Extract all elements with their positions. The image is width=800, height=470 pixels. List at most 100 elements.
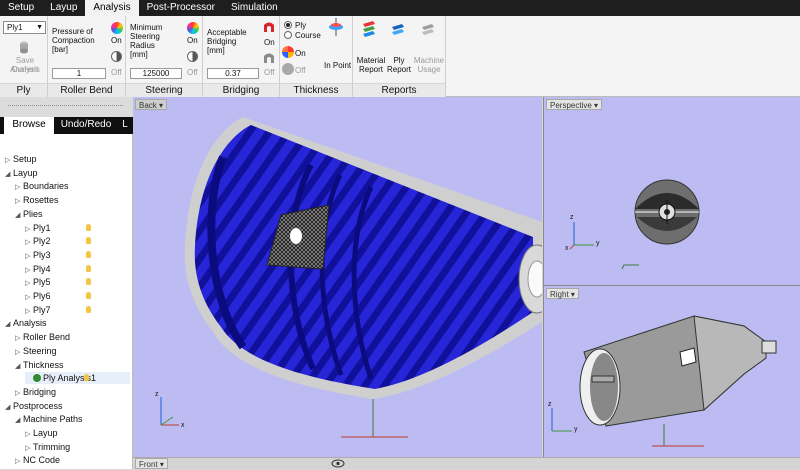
tree-item[interactable]: ◢ Plies <box>15 208 130 220</box>
pressure-label-1: Pressure of <box>52 27 93 36</box>
perspective-label-text: Perspective <box>550 101 592 110</box>
tree-item[interactable]: ▷ Trimming <box>25 441 130 453</box>
expander-icon[interactable]: ◢ <box>15 210 23 222</box>
save-analysis-icon[interactable] <box>18 40 30 54</box>
expander-icon[interactable]: ▷ <box>15 456 23 468</box>
visibility-bulb-icon[interactable] <box>86 305 91 313</box>
expander-icon[interactable]: ▷ <box>25 429 33 441</box>
ply-report-icon[interactable] <box>390 22 406 36</box>
tree-item[interactable]: ▷ Ply3 <box>25 249 130 261</box>
visibility-bulb-icon[interactable] <box>86 250 91 258</box>
tab-browse[interactable]: Browse <box>4 117 54 134</box>
tree-item[interactable]: ▷ Layup <box>25 427 130 439</box>
ply-select[interactable]: Ply1 ▼ <box>3 21 46 34</box>
tab-setup[interactable]: Setup <box>0 0 42 16</box>
pressure-value-field[interactable]: 1 <box>52 68 106 79</box>
tree-item[interactable]: ▷ Setup <box>5 153 130 165</box>
bridging-value-field[interactable]: 0.37 <box>207 68 259 79</box>
material-report-icon[interactable] <box>361 20 377 38</box>
thickness-group: Ply Course On Off In Point Thickness <box>280 16 353 97</box>
tree-item[interactable]: ▷ Bridging <box>15 386 130 398</box>
visibility-bulb-icon[interactable] <box>86 278 91 286</box>
viewport-perspective-label[interactable]: Perspective ▾ <box>546 99 603 110</box>
expander-icon[interactable]: ◢ <box>5 169 13 181</box>
bridge-on-icon[interactable] <box>262 20 276 34</box>
expander-icon[interactable]: ▷ <box>15 347 23 359</box>
tree-item[interactable]: ▷ Ply1 <box>25 222 130 234</box>
viewport-right-label[interactable]: Right ▾ <box>546 288 579 299</box>
expander-icon[interactable]: ▷ <box>25 251 33 263</box>
tree-item[interactable]: ▷ Rosettes <box>15 194 130 206</box>
expander-icon[interactable]: ▷ <box>25 292 33 304</box>
right-view-model <box>551 315 777 447</box>
tab-analysis[interactable]: Analysis <box>85 0 139 16</box>
tab-undo-redo[interactable]: Undo/Redo <box>56 117 116 134</box>
visibility-bulb-icon[interactable] <box>86 292 91 299</box>
eye-icon[interactable] <box>331 459 345 468</box>
tree-item[interactable]: ◢ Thickness <box>15 359 130 371</box>
steering-radius-field[interactable]: 125000 <box>130 68 182 79</box>
expander-icon[interactable]: ▷ <box>25 224 33 236</box>
thickness-off-icon[interactable] <box>282 63 294 75</box>
ribbon: Ply1 ▼ Save Current Analysis Ply Pressur… <box>0 16 800 97</box>
tab-post-processor[interactable]: Post-Processor <box>139 0 223 16</box>
tree-item[interactable]: ▷ Ply2 <box>25 235 130 247</box>
bridge-off-icon[interactable] <box>262 51 276 65</box>
expander-icon[interactable]: ▷ <box>25 443 33 455</box>
expander-icon[interactable]: ▷ <box>25 278 33 290</box>
viewport-right[interactable]: Right ▾ z y <box>543 285 800 457</box>
front-label-text: Front <box>139 460 158 469</box>
visibility-bulb-icon[interactable] <box>86 223 91 231</box>
tree-item-label: Setup <box>13 154 37 164</box>
course-radio[interactable] <box>284 31 292 39</box>
tab-layup[interactable]: Layup <box>42 0 85 16</box>
visibility-bulb-icon[interactable] <box>84 374 89 382</box>
tree-item[interactable]: ▷ Ply7 <box>25 304 130 316</box>
expander-icon[interactable]: ▷ <box>25 237 33 249</box>
tab-simulation[interactable]: Simulation <box>223 0 286 16</box>
expander-icon[interactable]: ▷ <box>15 333 23 345</box>
tree-item[interactable]: ▷ Steering <box>15 345 130 357</box>
bridging-on-label: On <box>264 38 275 47</box>
half-disc-icon[interactable] <box>111 51 122 62</box>
viewport-front-label[interactable]: Front ▾ <box>135 458 168 469</box>
tree-item[interactable]: ◢ Layup <box>5 167 130 179</box>
tree-item[interactable]: ▷ Ply5 <box>25 276 130 288</box>
tree-item[interactable]: ▷ Ply6 <box>25 290 130 302</box>
save-current-label-2: Analysis <box>10 65 40 74</box>
color-wheel-icon[interactable] <box>111 22 123 34</box>
half-disc-icon[interactable] <box>187 51 198 62</box>
in-point-icon[interactable] <box>328 18 344 36</box>
expander-icon[interactable]: ▷ <box>25 306 33 318</box>
tree-item[interactable]: ◢ Analysis <box>5 317 130 329</box>
expander-icon[interactable]: ▷ <box>15 196 23 208</box>
expander-icon[interactable]: ▷ <box>15 182 23 194</box>
expander-icon[interactable]: ▷ <box>5 155 13 167</box>
expander-icon[interactable]: ▷ <box>25 265 33 277</box>
expander-icon[interactable]: ◢ <box>15 361 23 373</box>
bridging-label-1: Acceptable <box>207 28 247 37</box>
viewport-back-label[interactable]: Back ▾ <box>135 99 168 110</box>
tree-item[interactable]: ▷ Roller Bend <box>15 331 130 343</box>
color-wheel-icon[interactable] <box>187 22 199 34</box>
viewport-back[interactable]: Back ▾ z x <box>133 97 542 457</box>
tree-item[interactable]: Ply Analysis1 <box>25 372 130 385</box>
expander-icon[interactable]: ◢ <box>5 402 13 414</box>
machine-usage-icon[interactable] <box>420 22 436 36</box>
expander-icon[interactable]: ◢ <box>15 415 23 427</box>
tab-l[interactable]: L <box>120 117 130 134</box>
tree-item[interactable]: ◢ Machine Paths <box>15 413 130 425</box>
tree-item[interactable]: ◢ Postprocess <box>5 400 130 412</box>
ply-radio[interactable] <box>284 21 292 29</box>
viewport-perspective[interactable]: Perspective ▾ z y x <box>543 97 800 285</box>
expander-icon[interactable]: ▷ <box>15 388 23 400</box>
tree-item[interactable]: ▷ NC Code <box>15 454 130 466</box>
group-title-thickness: Thickness <box>280 83 352 97</box>
visibility-bulb-icon[interactable] <box>86 237 91 245</box>
thickness-on-icon[interactable] <box>282 46 294 58</box>
tree-item[interactable]: ▷ Ply4 <box>25 263 130 275</box>
group-title-roller-bend: Roller Bend <box>48 83 125 97</box>
visibility-bulb-icon[interactable] <box>86 264 91 272</box>
tree-item[interactable]: ▷ Boundaries <box>15 180 130 192</box>
expander-icon[interactable]: ◢ <box>5 319 13 331</box>
